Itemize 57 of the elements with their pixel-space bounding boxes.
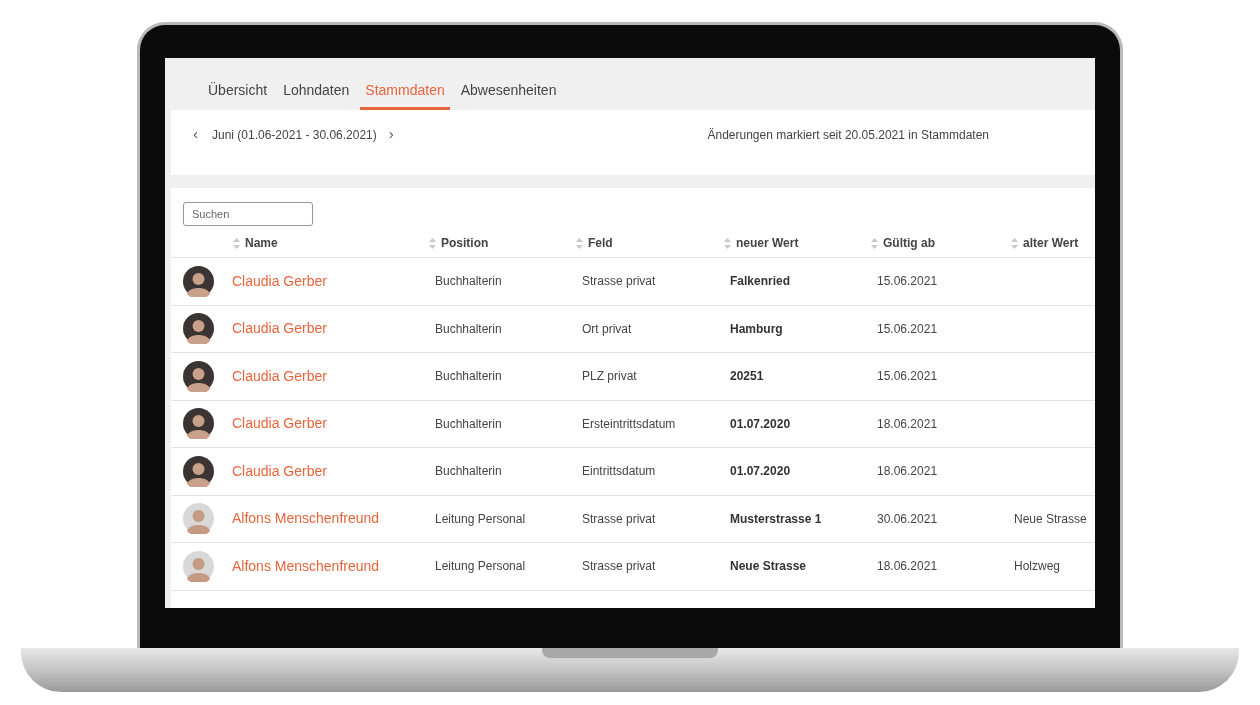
table-cell-text: Buchhalterin — [434, 415, 503, 433]
column-header[interactable]: Feld — [588, 234, 613, 252]
table-cell-text: 18.06.2021 — [876, 463, 939, 481]
table-cell-text: Buchhalterin — [434, 273, 503, 291]
avatar — [183, 265, 214, 297]
sort-icon[interactable] — [429, 237, 436, 249]
table-cell-text: 18.06.2021 — [876, 415, 939, 433]
table-cell-text: Strasse privat — [581, 558, 657, 576]
table-cell-text: Leitung Personal — [434, 558, 527, 576]
table-cell-text: Falkenried — [729, 273, 792, 291]
table-cell-text: Hamburg — [729, 320, 784, 338]
table-cell-text: Buchhalterin — [434, 368, 503, 386]
sort-icon[interactable] — [724, 237, 731, 249]
avatar — [183, 550, 214, 582]
sort-icon[interactable] — [233, 237, 240, 249]
table-cell-text: Eintrittsdatum — [581, 463, 657, 481]
table-cell-text: PLZ privat — [581, 368, 638, 386]
avatar — [183, 360, 214, 392]
table-cell-text: 15.06.2021 — [876, 368, 939, 386]
table-cell-text: 01.07.2020 — [729, 463, 792, 481]
avatar — [183, 313, 214, 345]
table-cell-text: Buchhalterin — [434, 320, 503, 338]
table-cell-text: Neue Strasse — [1013, 510, 1088, 528]
next-button[interactable]: › — [388, 126, 394, 142]
column-header[interactable]: Gültig ab — [883, 234, 935, 252]
table-cell-text: Neue Strasse — [729, 558, 808, 576]
avatar — [183, 503, 214, 535]
column-header[interactable]: Name — [245, 234, 278, 252]
table-cell-text: Holzweg — [1013, 558, 1062, 576]
sort-icon[interactable] — [576, 237, 583, 249]
table-cell-text: Strasse privat — [581, 273, 657, 291]
table-cell-text: 15.06.2021 — [876, 320, 939, 338]
column-header[interactable]: neuer Wert — [736, 234, 799, 252]
table-cell-text: Musterstrasse 1 — [729, 510, 823, 528]
table-cell-text: 30.06.2021 — [876, 510, 939, 528]
search-field[interactable]: Suchen — [183, 202, 313, 226]
table-cell-text: 01.07.2020 — [729, 415, 792, 433]
tab[interactable]: Abwesenheiten — [455, 80, 562, 110]
table-cell-text: Ort privat — [581, 320, 633, 338]
table-cell-text: 20251 — [729, 368, 765, 386]
tab[interactable]: Übersicht — [203, 80, 273, 110]
column-header[interactable]: Position — [441, 234, 489, 252]
avatar — [183, 455, 214, 487]
sort-icon[interactable] — [871, 237, 878, 249]
table-cell-text: 18.06.2021 — [876, 558, 939, 576]
previous-button[interactable]: ‹ — [193, 126, 198, 142]
table-cell-text: Strasse privat — [581, 510, 657, 528]
table-cell-text: Ersteintrittsdatum — [581, 415, 677, 433]
changes-note: Änderungen markiert seit 20.05.2021 in Stammdaten — [707, 127, 989, 144]
tab[interactable]: Lohndaten — [278, 80, 355, 110]
avatar — [183, 408, 214, 440]
column-header[interactable]: alter Wert — [1023, 234, 1079, 252]
period-label: Juni (01.06-2021 - 30.06.2021) — [212, 127, 377, 144]
table-cell-text: 15.06.2021 — [876, 273, 939, 291]
table-cell-text: Leitung Personal — [434, 510, 527, 528]
table-cell-text: Buchhalterin — [434, 463, 503, 481]
sort-icon[interactable] — [1011, 237, 1018, 249]
